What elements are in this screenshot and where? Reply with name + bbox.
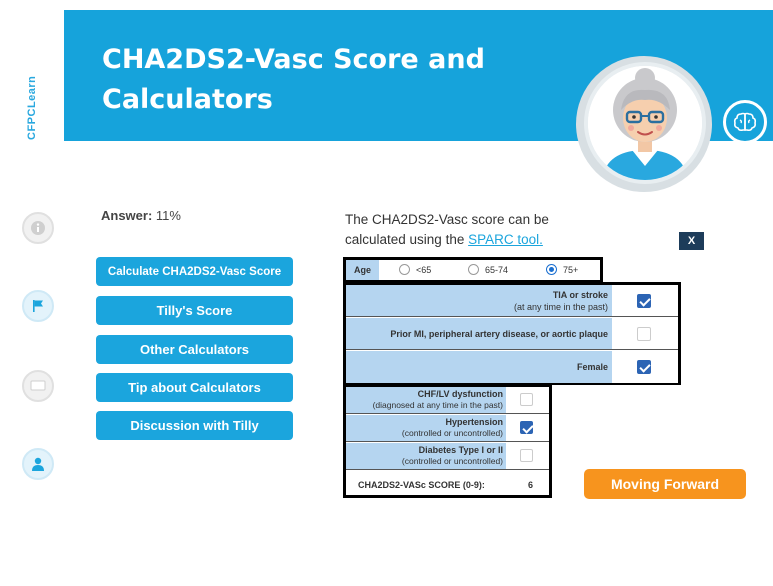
condition-row-title: Hypertension [445,417,503,427]
condition-row-title: Diabetes Type I or II [418,445,503,455]
condition-row-subtitle: (diagnosed at any time in the past) [372,400,503,410]
risk-row-cell [612,318,678,349]
risk-row-label: Female [346,351,612,383]
score-row: CHA2DS2-VASc SCORE (0-9): 6 [346,476,549,495]
chat-icon [30,380,46,391]
radio-icon [468,264,479,275]
condition-table: CHF/LV dysfunction (diagnosed at any tim… [343,384,552,498]
prior-mi-checkbox[interactable] [637,327,651,341]
info-button[interactable] [22,212,54,244]
brand-text: CFPCLearn [26,75,38,140]
diabetes-checkbox[interactable] [520,449,533,462]
page-title-line-1: CHA2DS2-Vasc Score and [102,44,485,75]
condition-row-subtitle: (controlled or uncontrolled) [401,456,503,466]
age-label: Age [346,260,379,280]
user-button[interactable] [22,448,54,480]
age-selector: Age <65 65-74 75+ [343,257,603,283]
condition-row-hypertension: Hypertension (controlled or uncontrolled… [346,415,549,442]
calculate-score-button[interactable]: Calculate CHA2DS2-Vasc Score [96,257,293,286]
risk-row-tia-stroke: TIA or stroke (at any time in the past) [346,285,678,317]
risk-row-female: Female [346,351,678,383]
close-button[interactable]: X [679,232,704,250]
tia-stroke-checkbox[interactable] [637,294,651,308]
condition-row-label: Hypertension (controlled or uncontrolled… [346,415,506,441]
condition-row-diabetes: Diabetes Type I or II (controlled or unc… [346,443,549,470]
risk-row-title: Female [576,362,608,372]
condition-row-label: Diabetes Type I or II (controlled or unc… [346,443,506,469]
risk-row-title: TIA or stroke [552,290,608,300]
hypertension-checkbox[interactable] [520,421,533,434]
answer-value: 11% [155,208,181,223]
condition-row-title: CHF/LV dysfunction [417,389,503,399]
condition-row-chf: CHF/LV dysfunction (diagnosed at any tim… [346,387,549,414]
answer-label: Answer: [101,208,153,223]
discussion-with-tilly-button[interactable]: Discussion with Tilly [96,411,293,440]
tillys-score-button[interactable]: Tilly's Score [96,296,293,325]
tilly-avatar-icon [588,66,702,180]
female-checkbox[interactable] [637,360,651,374]
risk-factor-table: TIA or stroke (at any time in the past) … [343,282,681,385]
answer: Answer: 11% [101,208,181,223]
risk-row-label: Prior MI, peripheral artery disease, or … [346,318,612,349]
avatar-frame [576,56,712,192]
score-label: CHA2DS2-VASc SCORE (0-9): [358,480,485,490]
score-value: 6 [528,480,534,490]
sparc-tool-link[interactable]: SPARC tool. [468,232,543,247]
condition-row-cell [506,443,549,469]
condition-row-cell [506,387,549,413]
page-title: CHA2DS2-Vasc Score and Calculators [102,40,532,120]
brain-icon [733,112,757,132]
risk-row-cell [612,285,678,316]
description-text: The CHA2DS2-Vasc score can be calculated… [345,210,605,250]
condition-row-subtitle: (controlled or uncontrolled) [401,428,503,438]
condition-row-label: CHF/LV dysfunction (diagnosed at any tim… [346,387,506,413]
age-option-under-65[interactable]: <65 [399,264,431,275]
other-calculators-button[interactable]: Other Calculators [96,335,293,364]
left-rail: CFPCLearn [0,0,66,586]
risk-row-title: Prior MI, peripheral artery disease, or … [390,329,608,339]
condition-row-cell [506,415,549,441]
age-option-65-74[interactable]: 65-74 [468,264,508,275]
chf-checkbox[interactable] [520,393,533,406]
risk-row-subtitle: (at any time in the past) [513,302,608,312]
age-option-label: <65 [416,264,432,275]
radio-selected-icon [546,264,557,275]
brain-button[interactable] [723,100,767,144]
user-icon [32,457,44,471]
moving-forward-button[interactable]: Moving Forward [584,469,746,499]
tip-about-calculators-button[interactable]: Tip about Calculators [96,373,293,402]
brand-logo: CFPCLearn [26,60,40,140]
radio-icon [399,264,410,275]
flag-button[interactable] [22,290,54,322]
age-option-label: 65-74 [485,264,509,275]
avatar [584,62,706,184]
age-option-75-plus[interactable]: 75+ [546,264,578,275]
risk-row-prior-mi: Prior MI, peripheral artery disease, or … [346,318,678,350]
page-title-line-2: Calculators [102,84,273,115]
risk-row-cell [612,351,678,383]
chat-button[interactable] [22,370,54,402]
age-option-label: 75+ [563,264,579,275]
risk-row-label: TIA or stroke (at any time in the past) [346,285,612,316]
flag-icon [33,300,43,312]
info-icon [31,221,45,235]
